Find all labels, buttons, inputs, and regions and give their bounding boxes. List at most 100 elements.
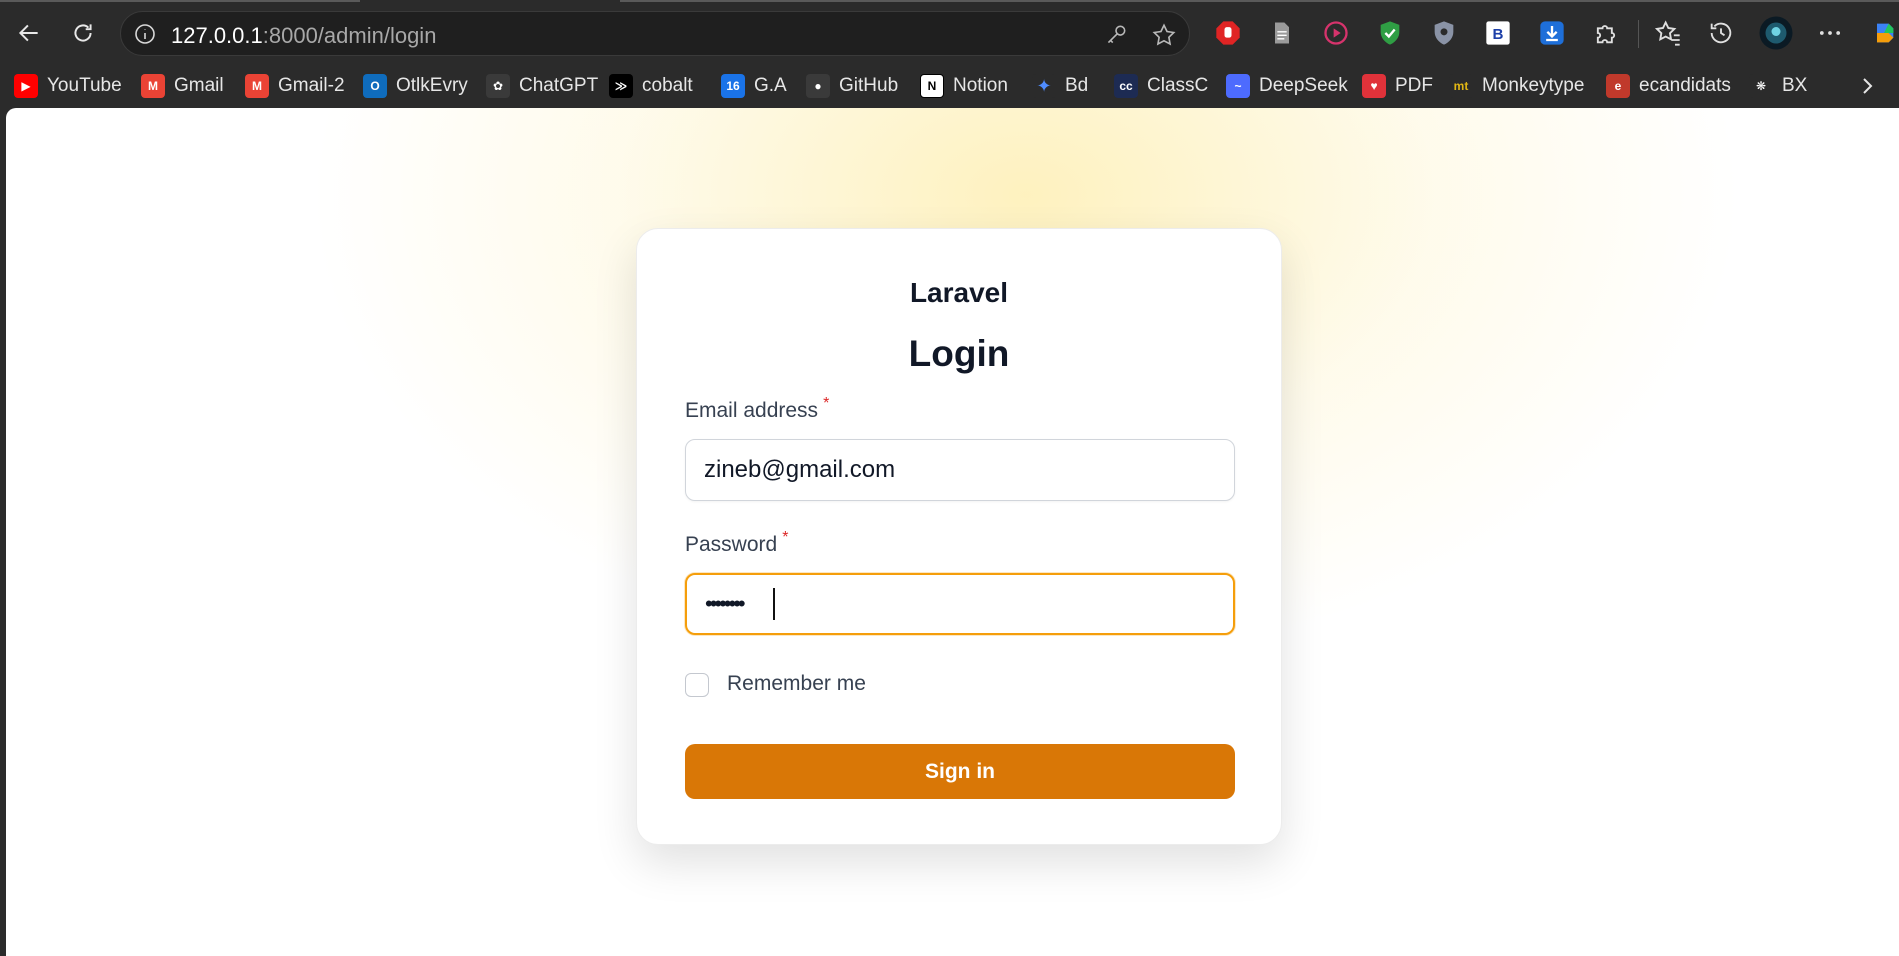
bookmark-label: PDF	[1395, 75, 1433, 96]
copilot-button[interactable]	[1868, 18, 1899, 48]
reload-button[interactable]	[64, 14, 102, 52]
gemini-icon: ✦	[1032, 74, 1056, 98]
more-horizontal-icon	[1819, 31, 1841, 35]
tab-edge	[0, 0, 360, 2]
avatar	[1759, 16, 1793, 50]
back-button[interactable]	[10, 14, 48, 52]
gmail-icon: M	[141, 74, 165, 98]
document-icon	[1275, 22, 1289, 44]
bookmark-deepseek[interactable]: ~ DeepSeek	[1226, 72, 1348, 100]
doc-extension[interactable]	[1267, 18, 1297, 48]
email-field-wrapper	[685, 439, 1235, 501]
download-icon	[1540, 21, 1564, 45]
page-viewport: Laravel Login Email address* Password* R…	[6, 108, 1899, 956]
copilot-icon	[1876, 23, 1893, 43]
site-info-icon[interactable]	[133, 22, 157, 46]
bookmark-g-a[interactable]: 16 G.A	[721, 72, 787, 100]
profile-button[interactable]	[1758, 15, 1794, 51]
tab-edge	[620, 0, 1899, 2]
bookmark-label: DeepSeek	[1259, 75, 1348, 96]
remember-me-checkbox[interactable]	[685, 673, 709, 697]
history-button[interactable]	[1706, 18, 1736, 48]
extensions-button[interactable]	[1591, 18, 1621, 48]
monkeytype-icon: mt	[1449, 74, 1473, 98]
bookmark-gmail-2[interactable]: M Gmail-2	[245, 72, 345, 100]
bookmark-bd[interactable]: ✦ Bd	[1032, 72, 1088, 100]
toolbar-separator	[1638, 20, 1639, 48]
bookmarks-bar: ▶ YouTube M Gmail M Gmail-2 O OtlkEvry ✿ ChatGPT ≫…	[0, 66, 1899, 107]
required-marker: *	[782, 529, 789, 546]
bookmark-classc[interactable]: cc ClassC	[1114, 72, 1208, 100]
bookmark-ecandidats[interactable]: e ecandidats	[1606, 72, 1731, 100]
text-caret	[773, 588, 775, 620]
arrow-left-icon	[18, 24, 38, 42]
reload-icon	[74, 24, 92, 42]
privacy-extension[interactable]	[1429, 18, 1459, 48]
address-bar[interactable]: 127.0.0.1:8000/admin/login	[120, 11, 1190, 56]
more-menu-button[interactable]	[1815, 18, 1845, 48]
bookmark-pdf[interactable]: ♥ PDF	[1362, 72, 1433, 100]
bookmark-label: OtlkEvry	[396, 75, 468, 96]
key-icon[interactable]	[1103, 22, 1129, 48]
bookmark-notion[interactable]: N Notion	[920, 72, 1008, 100]
email-label-text: Email address	[685, 399, 819, 422]
b-extension[interactable]: B	[1483, 18, 1513, 48]
bookmark-monkeytype[interactable]: mt Monkeytype	[1449, 72, 1584, 100]
bookmark-cobalt[interactable]: ≫ cobalt	[609, 72, 693, 100]
login-card: Laravel Login Email address* Password* R…	[636, 228, 1282, 845]
puzzle-icon	[1596, 25, 1616, 44]
url-host: 127.0.0.1	[171, 23, 263, 48]
play-circle-icon	[1324, 21, 1348, 45]
bookmark-label: Monkeytype	[1482, 75, 1585, 96]
bookmark-label: cobalt	[642, 75, 693, 96]
password-field[interactable]	[687, 575, 1233, 633]
password-label-text: Password	[685, 533, 778, 556]
svg-text:B: B	[1493, 26, 1504, 43]
bookmark-github[interactable]: ● GitHub	[806, 72, 898, 100]
gmail-icon: M	[245, 74, 269, 98]
shield-check-icon	[1380, 21, 1400, 45]
ecandidats-icon: e	[1606, 74, 1630, 98]
adblock-extension[interactable]	[1213, 18, 1243, 48]
bookmark-label: GitHub	[839, 75, 899, 96]
bookmark-youtube[interactable]: ▶ YouTube	[14, 72, 122, 100]
browser-toolbar: 127.0.0.1:8000/admin/login B	[0, 0, 1899, 66]
favorites-button[interactable]	[1653, 18, 1683, 48]
bookmark-label: BX	[1782, 75, 1808, 96]
cobalt-icon: ≫	[609, 74, 633, 98]
page-title: Login	[908, 333, 1010, 374]
bx-icon: ❋	[1749, 74, 1773, 98]
sign-in-button[interactable]: Sign in	[685, 744, 1235, 799]
bookmark-label: ChatGPT	[519, 75, 599, 96]
password-label: Password *	[685, 529, 788, 557]
player-extension[interactable]	[1321, 18, 1351, 48]
star-icon[interactable]	[1151, 22, 1177, 48]
notion-icon: N	[920, 74, 944, 98]
email-label: Email address *	[685, 395, 829, 423]
remember-me-label[interactable]: Remember me	[727, 672, 866, 696]
bookmark-label: Gmail	[174, 75, 224, 96]
youtube-icon: ▶	[14, 74, 38, 98]
bookmark-label: Bd	[1065, 75, 1089, 96]
history-icon	[1710, 22, 1732, 44]
shield-icon	[1434, 21, 1454, 45]
chevron-right-icon[interactable]	[1855, 74, 1879, 98]
bookmark-gmail[interactable]: M Gmail	[141, 72, 224, 100]
bookmark-label: ClassC	[1147, 75, 1209, 96]
stop-hand-icon	[1216, 21, 1240, 45]
outlook-icon: O	[363, 74, 387, 98]
bookmark-bx[interactable]: ❋ BX	[1749, 72, 1807, 100]
email-field[interactable]	[686, 440, 1234, 500]
pdf-heart-icon: ♥	[1362, 74, 1386, 98]
favorites-icon	[1654, 20, 1680, 46]
bookmark-otlkevry[interactable]: O OtlkEvry	[363, 72, 468, 100]
url-text[interactable]: 127.0.0.1:8000/admin/login	[171, 23, 436, 49]
bookmark-label: G.A	[754, 75, 787, 96]
github-icon: ●	[806, 74, 830, 98]
download-extension[interactable]	[1537, 18, 1567, 48]
bookmark-chatgpt[interactable]: ✿ ChatGPT	[486, 72, 598, 100]
shield-extension[interactable]	[1375, 18, 1405, 48]
bookmark-label: Notion	[953, 75, 1008, 96]
bookmark-label: ecandidats	[1639, 75, 1731, 96]
bookmark-label: Gmail-2	[278, 75, 345, 96]
